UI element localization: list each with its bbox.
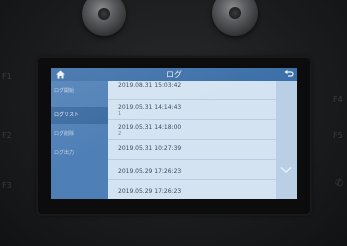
log-timestamp: 2019.08.31 15:03:42 bbox=[118, 82, 182, 89]
knob-center bbox=[229, 7, 241, 19]
log-timestamp: 2019.05.31 14:18:00 bbox=[118, 124, 182, 131]
log-list: 2019.08.31 15:03:42 2019.05.31 14:14:43 … bbox=[108, 81, 276, 199]
screen: ログ ログ開始 ログリスト ログ削除 ログ出力 2019.08.31 15:03… bbox=[51, 68, 297, 199]
list-item[interactable]: 2019.05.31 14:14:43 1 bbox=[108, 100, 276, 120]
list-item[interactable]: 2019.08.31 15:03:42 bbox=[108, 81, 276, 100]
function-key-label-f2: F2 bbox=[2, 131, 12, 140]
sidebar: ログ開始 ログリスト ログ削除 ログ出力 bbox=[51, 81, 108, 199]
device-body: F1 F2 F3 F4 F5 ✆ ログ ログ開始 ログリスト ログ削除 ログ出力… bbox=[0, 0, 347, 246]
function-key-label-f5: F5 bbox=[333, 131, 343, 140]
knob-center bbox=[98, 8, 110, 20]
list-item[interactable]: 2019.05.29 17:26:23 bbox=[108, 180, 276, 199]
function-key-label-f1: F1 bbox=[2, 72, 12, 81]
scrollbar[interactable] bbox=[276, 81, 297, 199]
log-sub: 1 bbox=[118, 111, 122, 117]
log-sub: 2 bbox=[118, 131, 122, 137]
page-title: ログ bbox=[166, 70, 182, 79]
back-arrow-icon[interactable] bbox=[284, 69, 294, 79]
function-key-label-f3: F3 bbox=[2, 181, 12, 190]
log-timestamp: 2019.05.29 17:26:23 bbox=[118, 188, 182, 195]
sidebar-item-log-start[interactable]: ログ開始 bbox=[51, 83, 108, 100]
title-bar: ログ bbox=[51, 68, 297, 81]
log-timestamp: 2019.05.31 14:14:43 bbox=[118, 104, 182, 111]
sidebar-item-log-export[interactable]: ログ出力 bbox=[51, 145, 108, 162]
log-timestamp: 2019.05.29 17:26:23 bbox=[118, 168, 182, 175]
list-item[interactable]: 2019.05.31 10:27:39 bbox=[108, 140, 276, 160]
list-item[interactable]: 2019.05.31 14:18:00 2 bbox=[108, 120, 276, 140]
function-key-label-f4: F4 bbox=[333, 95, 343, 104]
phone-icon: ✆ bbox=[335, 178, 344, 189]
sidebar-item-log-list[interactable]: ログリスト bbox=[51, 107, 108, 124]
sidebar-item-log-delete[interactable]: ログ削除 bbox=[51, 126, 108, 143]
list-item[interactable]: 2019.05.29 17:26:23 bbox=[108, 160, 276, 180]
rotary-knob-left[interactable] bbox=[82, 0, 126, 36]
rotary-knob-right[interactable] bbox=[212, 0, 258, 36]
chevron-down-icon[interactable] bbox=[280, 166, 292, 174]
log-timestamp: 2019.05.31 10:27:39 bbox=[118, 145, 182, 152]
